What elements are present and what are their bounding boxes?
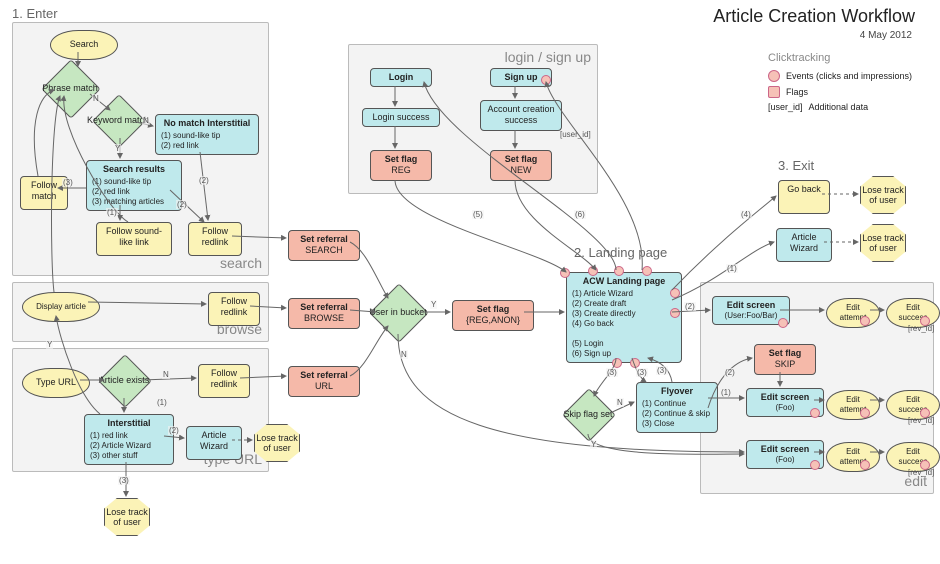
panel-search-title: search — [220, 255, 262, 271]
legend-additional: [user_id] Additional data — [768, 102, 868, 112]
node-article-wizard-big: Article Wizard — [776, 228, 832, 262]
node-set-ref-url: Set referral URL — [288, 366, 360, 397]
node-flyover: Flyover (1) Continue (2) Continue & skip… — [636, 382, 718, 433]
edge-label-y: Y — [46, 340, 53, 349]
event-dot — [630, 358, 640, 368]
edge-label-3: (3) — [656, 366, 668, 375]
edge-label-n: N — [400, 350, 408, 359]
node-type-url: Type URL — [22, 368, 90, 398]
node-follow-match: Follow match — [20, 176, 68, 210]
node-set-flag-new: Set flag NEW — [490, 150, 552, 181]
node-lose-track4: Lose track of user — [860, 224, 906, 262]
node-edit-attempt2: Edit attempt — [826, 390, 880, 420]
node-set-ref-search: Set referral SEARCH — [288, 230, 360, 261]
legend-events: Events (clicks and impressions) — [768, 70, 912, 82]
edge-label-2: (2) — [724, 368, 736, 377]
event-dot — [560, 268, 570, 278]
node-go-back: Go back — [778, 180, 830, 214]
node-set-flag-reganon: Set flag {REG,ANON} — [452, 300, 534, 331]
legend-flags: Flags — [768, 86, 808, 98]
node-lose-track1: Lose track of user — [254, 424, 300, 462]
event-dot — [920, 460, 930, 470]
event-dot — [810, 408, 820, 418]
node-edit-attempt1: Edit attempt — [826, 298, 880, 328]
flag-square-icon — [768, 86, 780, 98]
label-rev-id1: [rev_id] — [908, 324, 934, 333]
node-phrase-match: Phrase match — [50, 68, 90, 108]
event-dot — [612, 358, 622, 368]
edge-label-3: (3) — [118, 476, 130, 485]
edge-label-5: (5) — [472, 210, 484, 219]
node-skip-flag-set: Skip flag set — [570, 396, 606, 432]
edge-label-6: (6) — [574, 210, 586, 219]
edge-label-1: (1) — [720, 388, 732, 397]
node-keyword-match: Keyword match — [100, 102, 136, 138]
node-follow-soundlike: Follow sound-like link — [96, 222, 172, 256]
node-follow-redlink2: Follow redlink — [208, 292, 260, 326]
legend-header: Clicktracking — [768, 52, 830, 64]
label-rev-id2: [rev_id] — [908, 416, 934, 425]
node-follow-redlink3: Follow redlink — [198, 364, 250, 398]
event-dot — [670, 288, 680, 298]
event-dot — [588, 266, 598, 276]
node-interstitial: Interstitial (1) red link (2) Article Wi… — [84, 414, 174, 465]
node-search-results: Search results (1) sound-like tip (2) re… — [86, 160, 182, 211]
node-login: Login — [370, 68, 432, 87]
edge-label-n: N — [616, 398, 624, 407]
panel-login-title: login / sign up — [505, 49, 591, 65]
edge-label-n: N — [162, 370, 170, 379]
label-user-id: [user_id] — [560, 130, 591, 139]
event-dot — [920, 316, 930, 326]
node-lose-track3: Lose track of user — [860, 176, 906, 214]
node-lose-track2: Lose track of user — [104, 498, 150, 536]
edge-label-3: (3) — [636, 368, 648, 377]
edge-label-y: Y — [430, 300, 437, 309]
event-dot — [541, 75, 551, 85]
event-dot — [860, 408, 870, 418]
edge-label-1: (1) — [726, 264, 738, 273]
node-acw-landing: ACW Landing page (1) Article Wizard (2) … — [566, 272, 682, 363]
node-set-flag-skip: Set flag SKIP — [754, 344, 816, 375]
event-dot — [920, 408, 930, 418]
node-edit-attempt3: Edit attempt — [826, 442, 880, 472]
node-article-exists: Article exists — [106, 362, 142, 398]
node-user-in-bucket: User in bucket — [378, 292, 418, 332]
edge-label-y: Y — [590, 440, 597, 449]
edge-label-3: (3) — [62, 178, 74, 187]
node-set-ref-browse: Set referral BROWSE — [288, 298, 360, 329]
section-landing: 2. Landing page — [574, 245, 667, 260]
edge-label-2: (2) — [198, 176, 210, 185]
edge-label-1: (1) — [106, 208, 118, 217]
event-dot — [614, 266, 624, 276]
edge-label-n: N — [92, 94, 100, 103]
event-dot — [860, 316, 870, 326]
node-login-success: Login success — [362, 108, 440, 127]
node-search: Search — [50, 30, 118, 60]
node-no-match: No match Interstitial (1) sound-like tip… — [155, 114, 259, 155]
edge-label-2: (2) — [684, 302, 696, 311]
event-dot — [642, 266, 652, 276]
edge-label-2: (2) — [176, 200, 188, 209]
event-dot — [778, 318, 788, 328]
edge-label-n: N — [142, 116, 150, 125]
node-set-flag-reg: Set flag REG — [370, 150, 432, 181]
page-date: 4 May 2012 — [860, 30, 912, 41]
node-acct-success: Account creation success — [480, 100, 562, 131]
edge-label-3: (3) — [606, 368, 618, 377]
node-follow-redlink: Follow redlink — [188, 222, 242, 256]
event-dot-icon — [768, 70, 780, 82]
edge-label-y: Y — [114, 144, 121, 153]
page-title: Article Creation Workflow — [713, 6, 915, 27]
node-display-article: Display article — [22, 292, 100, 322]
edge-label-2: (2) — [168, 426, 180, 435]
node-article-wizard-sm: Article Wizard — [186, 426, 242, 460]
section-enter: 1. Enter — [12, 6, 58, 21]
section-exit: 3. Exit — [778, 158, 814, 173]
label-rev-id3: [rev_id] — [908, 468, 934, 477]
edge-label-1: (1) — [156, 398, 168, 407]
event-dot — [810, 460, 820, 470]
event-dot — [670, 308, 680, 318]
edge-label-4: (4) — [740, 210, 752, 219]
event-dot — [860, 460, 870, 470]
